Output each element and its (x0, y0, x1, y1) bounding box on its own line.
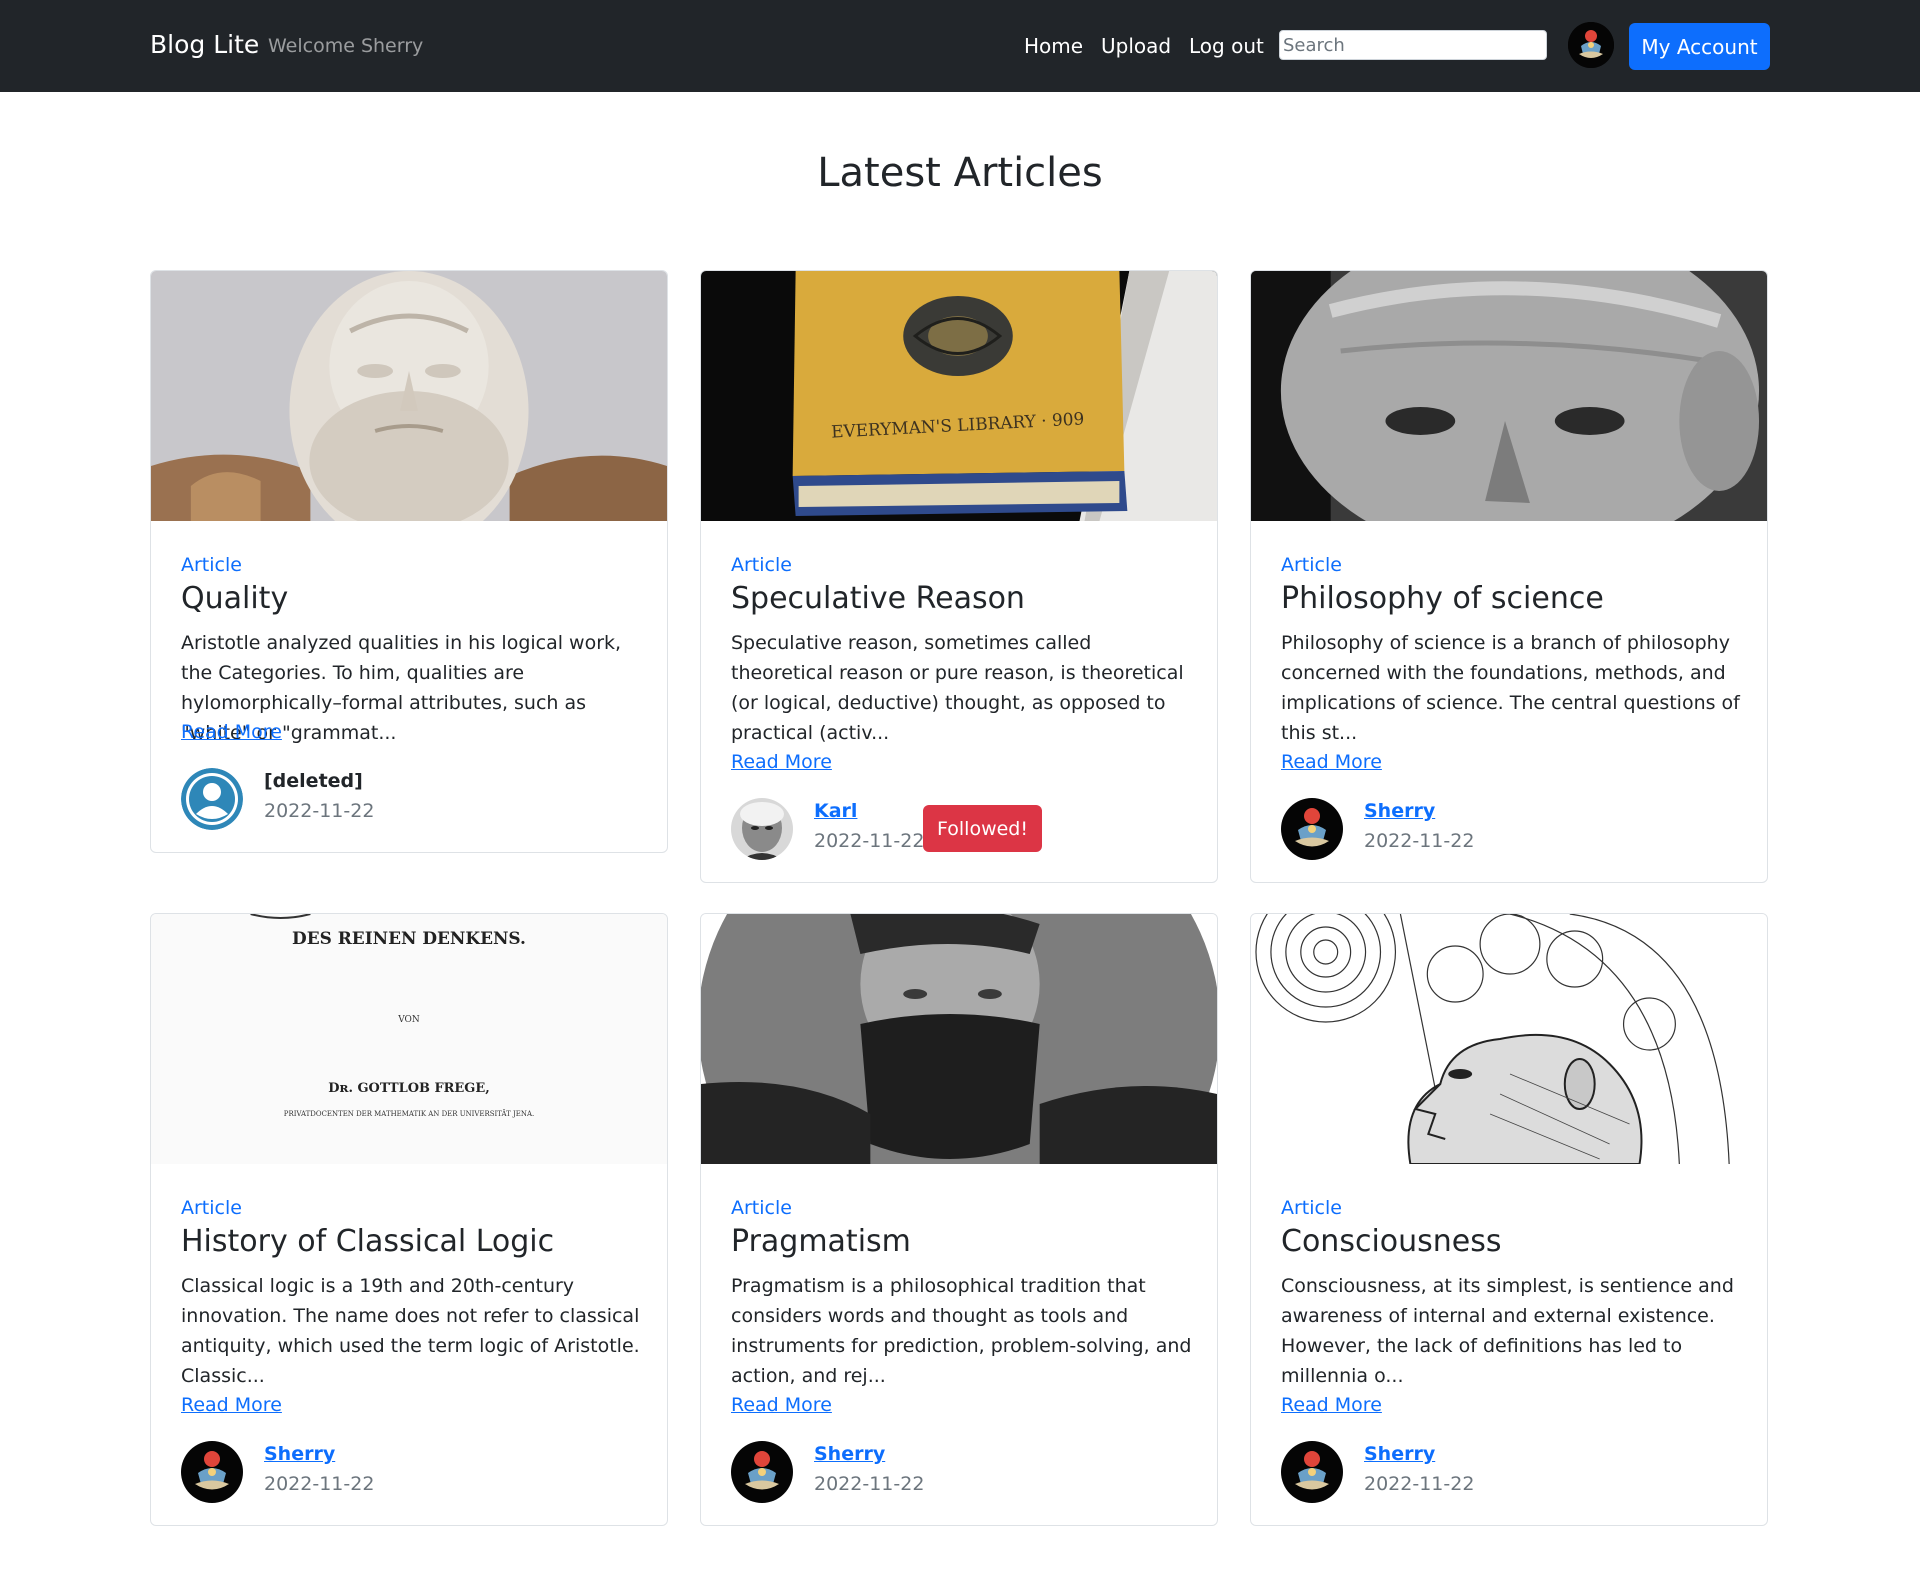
nav-link-logout[interactable]: Log out (1189, 34, 1264, 58)
article-card: Article Consciousness Consciousness, at … (1250, 913, 1768, 1526)
author-name: [deleted] (264, 770, 363, 792)
article-title: Pragmatism (731, 1224, 911, 1259)
article-image-bust (151, 271, 667, 521)
article-excerpt: Philosophy of science is a branch of phi… (1281, 632, 1740, 744)
read-more-link[interactable]: Read More (731, 1394, 832, 1416)
article-date: 2022-11-22 (1364, 1473, 1475, 1495)
read-more-link[interactable]: Read More (731, 751, 832, 773)
nav-link-home[interactable]: Home (1024, 34, 1083, 58)
article-title: History of Classical Logic (181, 1224, 555, 1259)
article-title: Quality (181, 581, 289, 616)
page-title: Latest Articles (817, 150, 1103, 196)
article-card: EVERYMAN'S LIBRARY · 909 Article Specula… (700, 270, 1218, 883)
image-text-line: DES REINEN DENKENS. (292, 928, 526, 948)
default-user-icon (181, 768, 243, 830)
article-image-book: EVERYMAN'S LIBRARY · 909 (701, 271, 1217, 521)
article-excerpt: Consciousness, at its simplest, is senti… (1281, 1275, 1734, 1387)
brand-logo-text[interactable]: Blog Lite (150, 30, 259, 59)
welcome-text: Welcome Sherry (268, 35, 424, 57)
top-navbar: Blog Lite Welcome Sherry Home Upload Log… (0, 0, 1920, 92)
article-date: 2022-11-22 (264, 800, 375, 822)
author-name-link[interactable]: Sherry (1364, 1443, 1435, 1465)
article-image-title-page: DES REINEN DENKENS. VON Dʀ. GOTTLOB FREG… (151, 914, 667, 1164)
author-avatar[interactable] (731, 798, 793, 860)
my-account-button[interactable]: My Account (1629, 23, 1770, 70)
article-date: 2022-11-22 (264, 1473, 375, 1495)
author-name-link[interactable]: Sherry (264, 1443, 335, 1465)
image-text-line: Dʀ. GOTTLOB FREGE, (328, 1081, 489, 1096)
article-excerpt: Speculative reason, sometimes called the… (731, 632, 1184, 744)
author-avatar[interactable] (731, 1441, 793, 1503)
article-category: Article (181, 1197, 242, 1219)
followed-button[interactable]: Followed! (923, 805, 1042, 852)
article-category: Article (1281, 554, 1342, 576)
search-input[interactable] (1279, 30, 1547, 60)
article-date: 2022-11-22 (814, 1473, 925, 1495)
article-card: Article Quality Aristotle analyzed quali… (150, 270, 668, 853)
image-text-line: PRIVATDOCENTEN DER MATHEMATIK AN DER UNI… (284, 1109, 534, 1118)
article-image-engraving (1251, 914, 1767, 1164)
article-image-portrait (1251, 271, 1767, 521)
user-avatar[interactable] (1568, 22, 1614, 68)
image-text-line: VON (397, 1015, 420, 1025)
author-avatar[interactable] (1281, 798, 1343, 860)
article-excerpt: Pragmatism is a philosophical tradition … (731, 1275, 1192, 1387)
nav-link-upload[interactable]: Upload (1101, 34, 1171, 58)
article-date: 2022-11-22 (814, 830, 925, 852)
article-date: 2022-11-22 (1364, 830, 1475, 852)
article-card: Article Philosophy of science Philosophy… (1250, 270, 1768, 883)
author-avatar[interactable] (1281, 1441, 1343, 1503)
article-card: DES REINEN DENKENS. VON Dʀ. GOTTLOB FREG… (150, 913, 668, 1526)
read-more-link[interactable]: Read More (1281, 1394, 1382, 1416)
read-more-link[interactable]: Read More (181, 1394, 282, 1416)
author-avatar[interactable] (181, 1441, 243, 1503)
article-title: Speculative Reason (731, 581, 1025, 616)
article-category: Article (1281, 1197, 1342, 1219)
read-more-link[interactable]: Read More (181, 721, 282, 743)
author-name-link[interactable]: Sherry (814, 1443, 885, 1465)
article-category: Article (731, 554, 792, 576)
author-name-link[interactable]: Sherry (1364, 800, 1435, 822)
article-excerpt: Classical logic is a 19th and 20th-centu… (181, 1275, 640, 1387)
author-name-link[interactable]: Karl (814, 800, 857, 822)
article-title: Philosophy of science (1281, 581, 1604, 616)
article-card: Article Pragmatism Pragmatism is a philo… (700, 913, 1218, 1526)
article-image-bearded-man (701, 914, 1217, 1164)
article-title: Consciousness (1281, 1224, 1502, 1259)
read-more-link[interactable]: Read More (1281, 751, 1382, 773)
article-category: Article (731, 1197, 792, 1219)
article-category: Article (181, 554, 242, 576)
